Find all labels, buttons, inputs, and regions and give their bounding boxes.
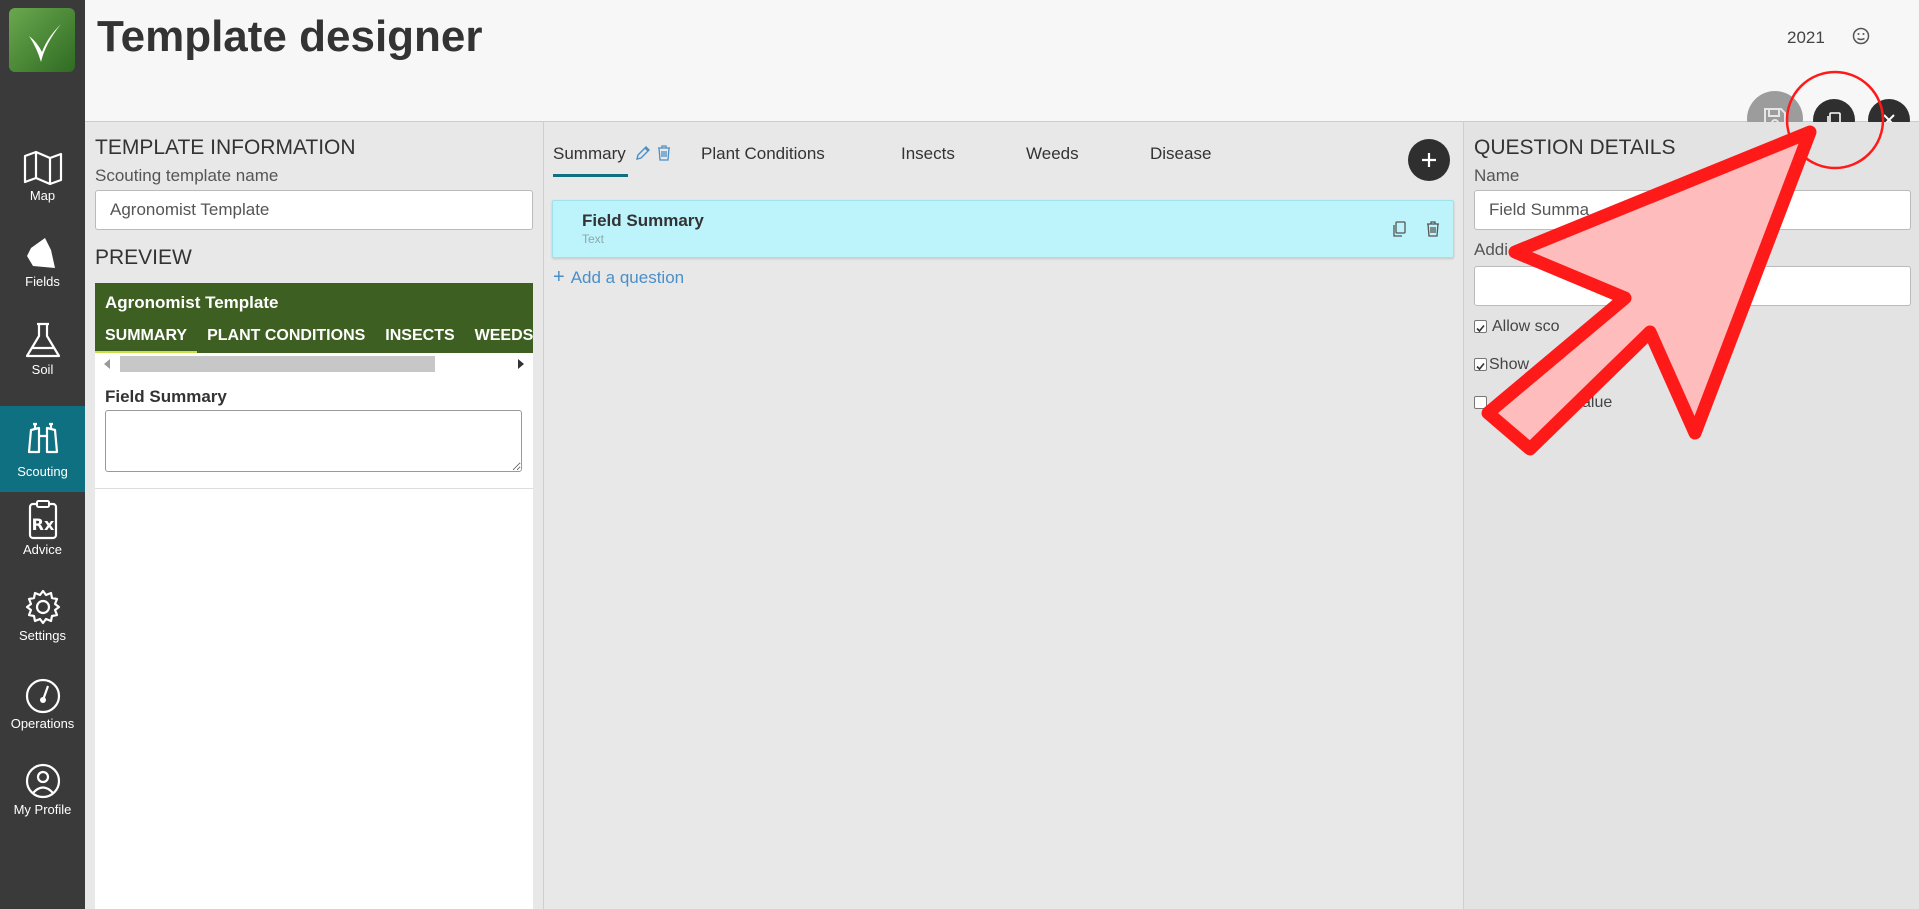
flask-icon [25,322,60,358]
preview-tab-insects[interactable]: INSECTS [375,323,464,351]
page-header: Template designer 2021 [85,0,1919,122]
tab-disease[interactable]: Disease [1150,144,1211,164]
additional-input[interactable] [1474,266,1911,306]
field-icon [26,238,55,268]
preview-tab-plant-conditions[interactable]: PLANT CONDITIONS [197,323,375,351]
sidebar-item-label: Scouting [17,464,68,479]
template-name-label: Scouting template name [95,166,279,185]
preview-field-label: Field Summary [105,387,227,406]
question-details-title: QUESTION DETAILS [1474,136,1676,159]
preview-tab-summary[interactable]: SUMMARY [95,323,198,353]
gauge-icon [25,678,60,714]
divider [95,488,533,489]
scroll-thumb[interactable] [120,356,435,372]
year-selector[interactable]: 2021 [1787,28,1825,48]
page-title: Template designer [97,12,483,61]
sidebar-item-label: Fields [25,274,60,289]
tab-plant-conditions[interactable]: Plant Conditions [701,144,825,164]
prescription-icon: Rx [28,500,57,540]
sidebar-item-label: Operations [10,716,75,731]
sidebar-item-map[interactable]: Map [0,150,85,236]
scroll-left-icon[interactable] [103,359,111,369]
sidebar-item-fields[interactable]: Fields [0,236,85,322]
template-info-title: TEMPLATE INFORMATION [95,136,356,159]
plus-icon [1422,153,1436,167]
question-card[interactable]: Field Summary Text [552,200,1454,258]
value-label: alue [1582,394,1613,411]
map-icon [23,150,62,186]
sidebar-item-operations[interactable]: Operations [0,676,85,762]
sidebar-item-my-profile[interactable]: My Profile [0,762,85,848]
preview-tabs: SUMMARY PLANT CONDITIONS INSECTS WEEDS [95,323,533,353]
sidebar: Map Fields Soil Scouting Rx Advice Setti [0,0,85,909]
svg-text:Rx: Rx [31,515,54,534]
preview-tab-weeds[interactable]: WEEDS [465,323,533,351]
edit-tab-icon[interactable] [634,144,652,167]
value-checkbox[interactable] [1474,396,1487,409]
feedback-icon[interactable] [1851,26,1871,51]
sidebar-item-settings[interactable]: Settings [0,588,85,674]
add-tab-button[interactable] [1408,139,1450,181]
delete-tab-icon[interactable] [656,144,672,167]
preview-field-textarea[interactable] [105,410,522,472]
add-question-label: Add a question [570,268,685,287]
sidebar-item-advice[interactable]: Rx Advice [0,500,85,586]
allow-scouting-label: Allow sco [1492,318,1560,335]
preview-body: Field Summary [95,375,533,909]
binoculars-icon [27,422,58,454]
tab-weeds[interactable]: Weeds [1026,144,1079,164]
plus-icon: + [553,266,565,288]
show-label: Show [1489,356,1530,373]
delete-question-icon[interactable] [1425,220,1441,243]
sidebar-item-label: Soil [31,362,54,377]
gear-icon [25,589,60,625]
template-name-input[interactable] [95,190,533,230]
preview-scrollbar[interactable] [95,353,533,375]
sidebar-item-soil[interactable]: Soil [0,322,85,408]
add-question-link[interactable]: + Add a question [553,266,684,289]
template-info-panel: TEMPLATE INFORMATION Scouting template n… [85,122,544,909]
show-checkbox[interactable] [1474,358,1487,371]
additional-label: Addi [1474,240,1509,259]
check-icon [1476,362,1485,371]
designer-panel: Summary Plant Conditions Insects Weeds D… [544,122,1462,909]
tab-summary[interactable]: Summary [553,144,626,164]
sidebar-item-label: Advice [22,542,63,557]
scroll-right-icon[interactable] [517,359,525,369]
allow-scouting-checkbox[interactable] [1474,320,1487,333]
check-icon [1476,324,1485,333]
question-name-label: Name [1474,166,1520,185]
user-icon [25,763,60,799]
show-label-suffix: s [1614,356,1622,373]
sidebar-item-label: My Profile [13,802,72,817]
copy-question-icon[interactable] [1391,220,1407,243]
sidebar-item-label: Map [29,188,56,203]
question-type: Text [582,232,605,246]
sidebar-item-scouting[interactable]: Scouting [0,406,85,492]
sidebar-item-label: Settings [19,628,66,643]
question-details-panel: QUESTION DETAILS Name Addi Allow sco Sho… [1463,122,1919,909]
question-name-input[interactable] [1474,190,1911,230]
preview-header: Agronomist Template SUMMARY PLANT CONDIT… [95,283,533,353]
question-name: Field Summary [582,211,704,230]
app-logo[interactable] [9,8,75,72]
preview-title: PREVIEW [95,246,192,269]
active-tab-indicator [553,174,628,177]
tab-insects[interactable]: Insects [901,144,955,164]
preview-template-title: Agronomist Template [105,293,279,312]
